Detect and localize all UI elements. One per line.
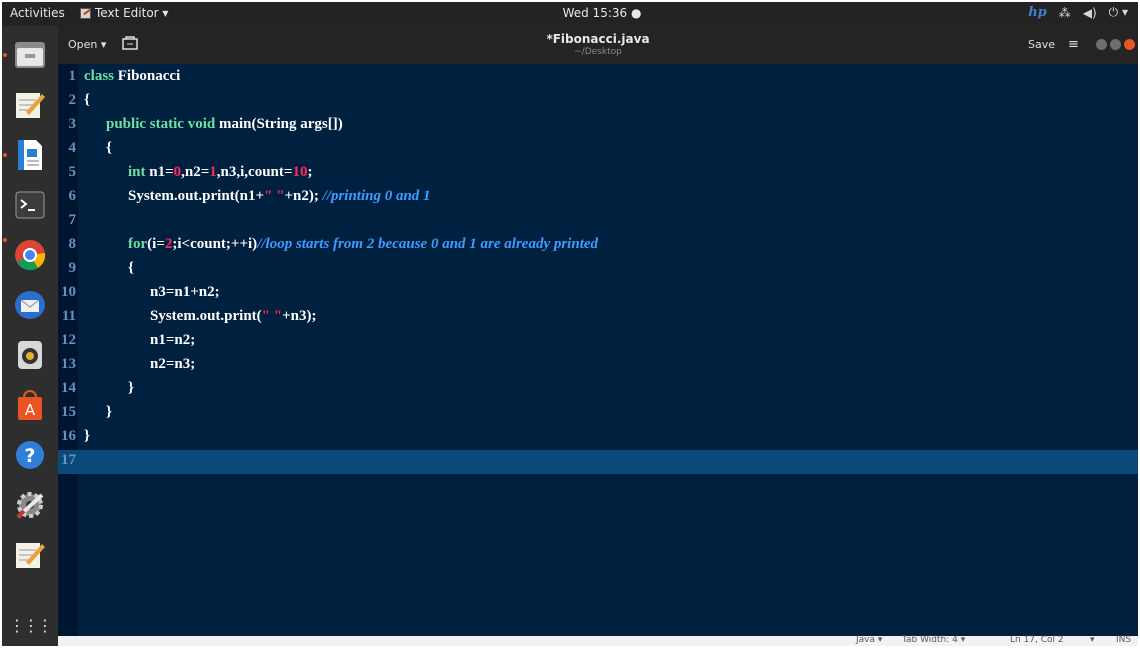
writer-document-icon[interactable] — [11, 136, 49, 174]
top-panel: Activities Text Editor ▾ Wed 15:36 ● hp … — [2, 2, 1138, 26]
line-number: 17 — [61, 452, 76, 468]
save-as-icon[interactable] — [122, 36, 140, 52]
code-text: } — [106, 404, 112, 420]
code-line[interactable]: 5 int n1=0,n2=1,n3,i,count=10; — [58, 162, 1138, 186]
code-line[interactable]: 2{ — [58, 90, 1138, 114]
code-text: System.out.print(" "+n3); — [150, 308, 317, 324]
code-line[interactable]: 13 n2=n3; — [58, 354, 1138, 378]
rhythmbox-icon[interactable] — [11, 336, 49, 374]
gedit-icon[interactable] — [11, 536, 49, 574]
code-line[interactable]: 6 System.out.print(n1+" "+n2); //printing… — [58, 186, 1138, 210]
code-text: { — [106, 140, 112, 156]
code-text: { — [128, 260, 134, 276]
code-line[interactable]: 3 public static void main(String args[]) — [58, 114, 1138, 138]
line-number: 10 — [61, 284, 76, 300]
line-number: 13 — [61, 356, 76, 372]
code-text: for(i=2;i<count;++i)//loop starts from 2… — [128, 236, 599, 252]
line-number: 9 — [68, 260, 77, 276]
app-menu-label: Text Editor ▾ — [95, 6, 169, 20]
clock[interactable]: Wed 15:36 ● — [542, 6, 662, 20]
code-text: class Fibonacci — [84, 68, 181, 84]
code-text: n3=n1+n2; — [150, 284, 220, 300]
code-line[interactable]: 17 — [58, 450, 1138, 474]
code-line[interactable]: 12 n1=n2; — [58, 330, 1138, 354]
system-tray[interactable]: hp ⁂ ◀) ⏻ ▾ — [1028, 5, 1128, 20]
chrome-icon[interactable] — [11, 236, 49, 274]
app-grid-icon[interactable]: ⋮⋮⋮ — [9, 606, 53, 644]
line-number: 8 — [68, 236, 77, 252]
line-number: 6 — [68, 188, 77, 204]
code-text: public static void main(String args[]) — [106, 116, 343, 132]
line-number: 15 — [61, 404, 76, 420]
code-line[interactable]: 9{ — [58, 258, 1138, 282]
code-text: { — [84, 92, 90, 108]
running-indicator — [3, 53, 7, 57]
svg-text:?: ? — [24, 445, 35, 467]
volume-icon[interactable]: ◀) — [1083, 6, 1097, 20]
terminal-icon[interactable] — [11, 186, 49, 224]
line-number: 7 — [68, 212, 77, 228]
status-dropdown[interactable]: ▾ — [1090, 635, 1095, 645]
text-editor-icon — [80, 7, 91, 19]
help-icon[interactable]: ? — [11, 436, 49, 474]
save-button[interactable]: Save — [1028, 38, 1055, 51]
code-text: n1=n2; — [150, 332, 196, 348]
code-text: } — [128, 380, 134, 396]
thunderbird-icon[interactable] — [11, 286, 49, 324]
line-number: 11 — [61, 308, 76, 324]
code-line[interactable]: 15} — [58, 402, 1138, 426]
code-text: } — [84, 428, 90, 444]
app-menu[interactable]: Text Editor ▾ — [80, 6, 168, 20]
svg-text:A: A — [25, 401, 36, 419]
line-number: 4 — [68, 140, 77, 156]
code-line[interactable]: 8 for(i=2;i<count;++i)//loop starts from … — [58, 234, 1138, 258]
code-editor[interactable]: 1 class Fibonacci 2{3 public static void ma… — [58, 64, 1138, 636]
open-button[interactable]: Open ▾ — [68, 38, 106, 51]
code-text: System.out.print(n1+" "+n2); //printing … — [128, 188, 431, 204]
code-line[interactable]: 14} — [58, 378, 1138, 402]
text-editor-icon[interactable] — [11, 86, 49, 124]
language-selector[interactable]: Java ▾ — [856, 635, 882, 645]
activities-button[interactable]: Activities — [10, 6, 65, 20]
software-center-icon[interactable]: A — [11, 386, 49, 424]
hp-logo: hp — [1028, 5, 1047, 20]
line-number: 2 — [68, 92, 77, 108]
power-menu-icon[interactable]: ⏻ ▾ — [1109, 5, 1128, 20]
close-icon[interactable] — [1124, 39, 1135, 50]
tab-width-selector[interactable]: Tab Width: 4 ▾ — [902, 635, 965, 645]
code-line[interactable]: 10 n3=n1+n2; — [58, 282, 1138, 306]
network-icon[interactable]: ⁂ — [1059, 6, 1071, 20]
line-number: 5 — [68, 164, 77, 180]
document-path: ~/Desktop — [574, 47, 622, 57]
code-line[interactable]: 7 — [58, 210, 1138, 234]
status-bar: Java ▾ Tab Width: 4 ▾ Ln 17, Col 2 ▾ INS — [58, 635, 1138, 646]
code-line[interactable]: 1 class Fibonacci — [58, 66, 1138, 90]
maximize-icon[interactable] — [1110, 39, 1121, 50]
insert-mode-indicator[interactable]: INS — [1116, 635, 1131, 645]
line-number: 14 — [61, 380, 76, 396]
desktop-screen: Activities Text Editor ▾ Wed 15:36 ● hp … — [2, 2, 1138, 646]
settings-icon[interactable] — [11, 486, 49, 524]
code-line[interactable]: 11 System.out.print(" "+n3); — [58, 306, 1138, 330]
running-indicator — [3, 153, 7, 157]
line-number: 3 — [68, 116, 77, 132]
line-number: 1 — [68, 68, 77, 84]
running-indicator — [3, 238, 7, 242]
line-number: 16 — [61, 428, 76, 444]
files-icon[interactable] — [11, 36, 49, 74]
line-number: 12 — [61, 332, 76, 348]
hamburger-menu-icon[interactable]: ≡ — [1068, 37, 1079, 52]
header-bar: Open ▾ *Fibonacci.java ~/Desktop Save ≡ — [58, 26, 1138, 64]
code-text: n2=n3; — [150, 356, 196, 372]
minimize-icon[interactable] — [1096, 39, 1107, 50]
cursor-position: Ln 17, Col 2 — [1010, 635, 1064, 645]
code-text: int n1=0,n2=1,n3,i,count=10; — [128, 164, 313, 180]
code-line[interactable]: 16} — [58, 426, 1138, 450]
document-title: *Fibonacci.java — [546, 32, 650, 46]
dock: A ? ⋮⋮⋮ — [2, 26, 58, 646]
code-line[interactable]: 4{ — [58, 138, 1138, 162]
